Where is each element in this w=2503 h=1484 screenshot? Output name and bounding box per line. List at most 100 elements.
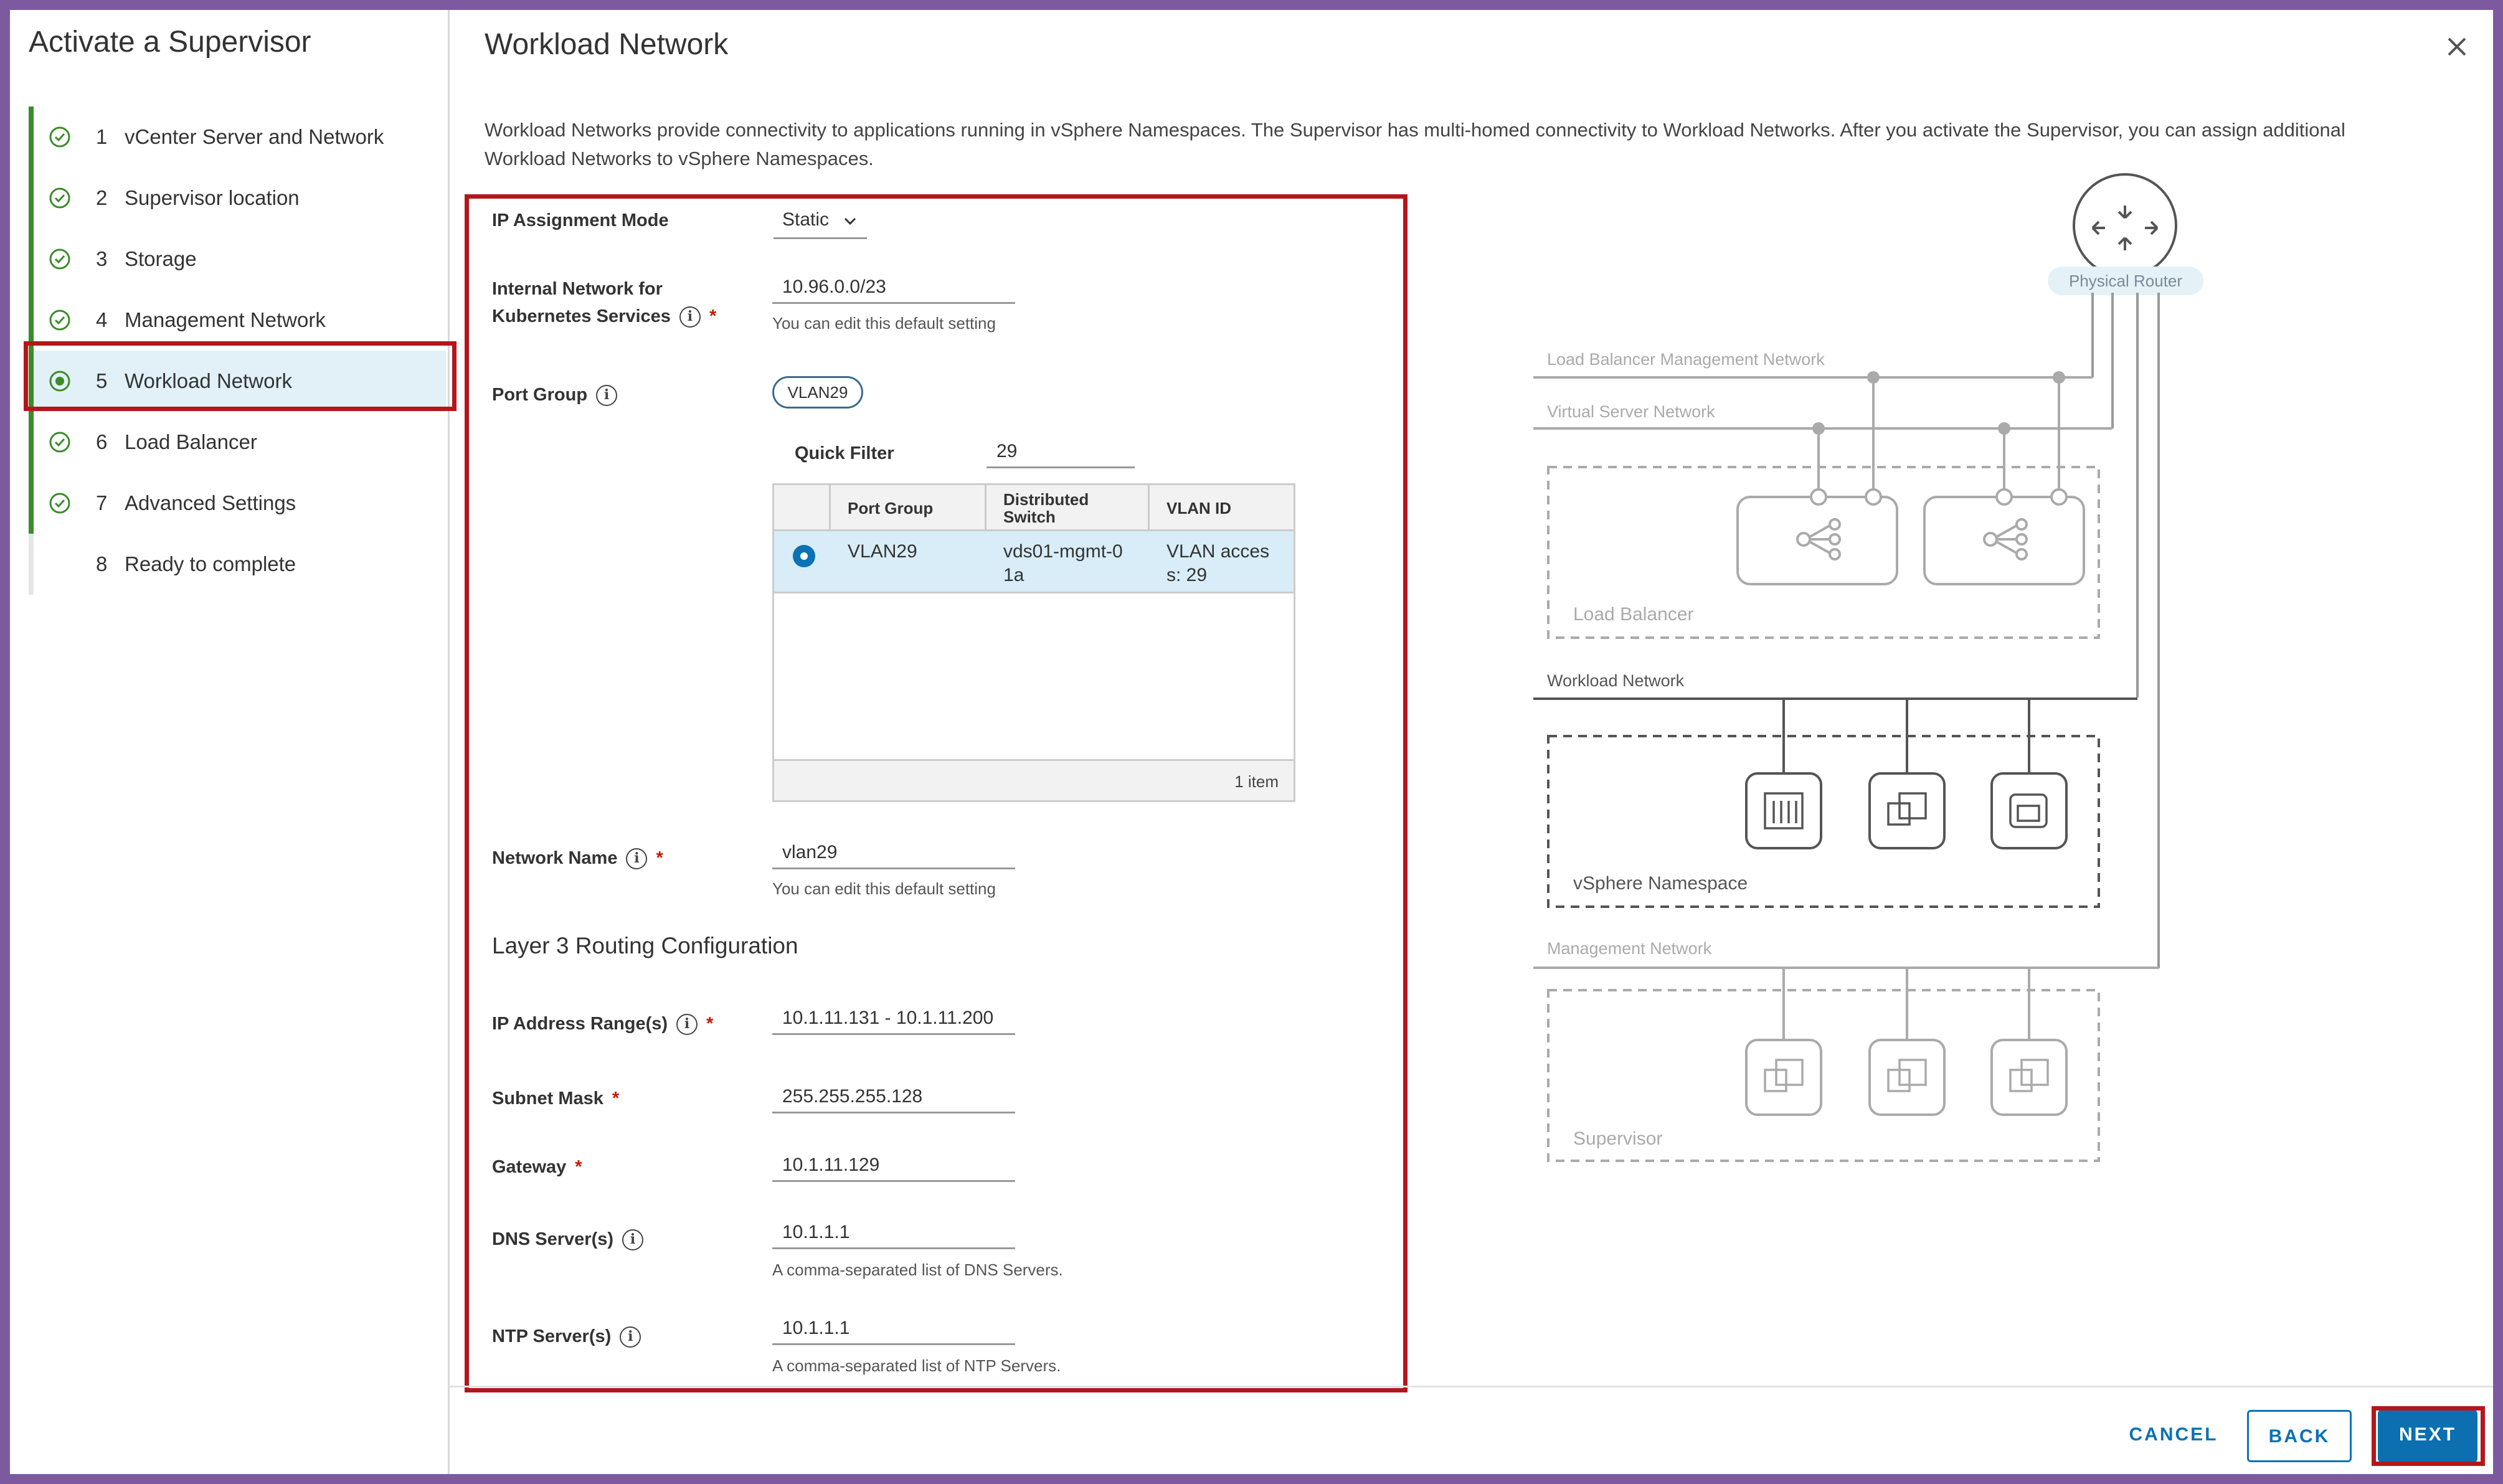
step-progress-bar bbox=[29, 473, 34, 534]
ip-range-label: IP Address Range(s) i * bbox=[492, 1010, 713, 1037]
network-junctions bbox=[1812, 371, 2065, 435]
supervisor-label: Supervisor bbox=[1573, 1128, 1662, 1149]
port-group-grid: Port Group Distributed Switch VLAN ID VL… bbox=[772, 483, 1295, 802]
step-number: 3 bbox=[96, 247, 108, 270]
wizard-sidebar: Activate a Supervisor 1 vCenter Server a… bbox=[10, 10, 450, 1474]
check-circle-icon bbox=[49, 310, 70, 331]
info-icon[interactable]: i bbox=[626, 848, 648, 870]
subnet-mask-input[interactable]: 255.255.255.128 bbox=[772, 1081, 1015, 1113]
current-step-highlight bbox=[24, 341, 457, 411]
step-progress-bar bbox=[29, 168, 34, 229]
port-group-label: Port Group i bbox=[492, 381, 618, 409]
step-progress-bar bbox=[29, 534, 34, 595]
step-label: vCenter Server and Network bbox=[125, 125, 384, 148]
step-label: Storage bbox=[125, 247, 197, 270]
subnet-mask-label: Subnet Mask * bbox=[492, 1089, 620, 1108]
cancel-button[interactable]: CANCEL bbox=[2117, 1410, 2230, 1462]
internal-network-hint: You can edit this default setting bbox=[772, 314, 996, 333]
layer3-section-title: Layer 3 Routing Configuration bbox=[492, 933, 798, 958]
table-row[interactable]: VLAN29 vds01-mgmt-0 1a VLAN acces s: 29 bbox=[774, 531, 1294, 593]
close-icon[interactable] bbox=[2443, 32, 2471, 61]
internal-network-label-2: Kubernetes Services i * bbox=[492, 303, 716, 330]
internal-network-label: Internal Network for bbox=[492, 279, 663, 299]
network-name-input[interactable]: vlan29 bbox=[772, 837, 1015, 869]
network-name-label: Network Name i * bbox=[492, 844, 663, 872]
ip-mode-value: Static bbox=[782, 209, 830, 230]
cell-vlan: VLAN acces s: 29 bbox=[1166, 541, 1270, 585]
info-icon[interactable]: i bbox=[620, 1326, 641, 1348]
ntp-input[interactable]: 10.1.1.1 bbox=[772, 1313, 1015, 1345]
info-icon[interactable]: i bbox=[676, 1014, 698, 1036]
mgmt-network-label: Management Network bbox=[1547, 939, 1712, 958]
grid-col-switch[interactable]: Distributed Switch bbox=[1003, 485, 1089, 531]
next-button-highlight bbox=[2372, 1406, 2485, 1466]
ip-range-input[interactable]: 10.1.11.131 - 10.1.11.200 bbox=[772, 1003, 1015, 1035]
step-label: Supervisor location bbox=[125, 186, 300, 209]
step-progress-bar bbox=[29, 229, 34, 290]
grid-col-switch-line2: Switch bbox=[1003, 508, 1056, 526]
cell-port-group: VLAN29 bbox=[848, 541, 917, 562]
lb-links bbox=[1817, 377, 2060, 497]
load-balancer-label: Load Balancer bbox=[1573, 604, 1693, 625]
step-6[interactable]: 6 Load Balancer bbox=[29, 412, 446, 473]
virtual-server-network-label: Virtual Server Network bbox=[1547, 402, 1715, 421]
wizard-title: Activate a Supervisor bbox=[29, 26, 311, 59]
page-description: Workload Networks provide connectivity t… bbox=[485, 119, 2345, 169]
quick-filter-label: Quick Filter bbox=[795, 443, 894, 463]
check-circle-icon bbox=[49, 248, 70, 270]
ntp-label: NTP Server(s) i bbox=[492, 1323, 641, 1350]
step-label: Ready to complete bbox=[125, 552, 296, 575]
step-label: Advanced Settings bbox=[125, 491, 296, 514]
step-number: 1 bbox=[96, 125, 108, 148]
internal-network-input[interactable]: 10.96.0.0/23 bbox=[772, 272, 1015, 304]
ip-mode-select[interactable]: Static bbox=[774, 204, 867, 239]
quick-filter-input[interactable]: 29 bbox=[987, 436, 1135, 468]
back-button[interactable]: BACK bbox=[2247, 1410, 2352, 1462]
info-icon[interactable]: i bbox=[596, 385, 618, 407]
ntp-hint: A comma-separated list of NTP Servers. bbox=[772, 1356, 1061, 1375]
step-progress-bar bbox=[29, 412, 34, 473]
step-label: Management Network bbox=[125, 308, 326, 331]
info-icon[interactable]: i bbox=[679, 306, 701, 328]
grid-col-vlan[interactable]: VLAN ID bbox=[1166, 485, 1231, 531]
step-8: 8 Ready to complete bbox=[29, 534, 446, 595]
step-number: 6 bbox=[96, 430, 108, 453]
lb-mgmt-network-label: Load Balancer Management Network bbox=[1547, 350, 1825, 369]
workload-network-label: Workload Network bbox=[1547, 671, 1685, 690]
chevron-down-icon bbox=[844, 217, 856, 225]
row-radio-selected[interactable] bbox=[793, 545, 815, 567]
step-number: 7 bbox=[96, 491, 108, 514]
check-circle-icon bbox=[49, 432, 70, 453]
network-topology-diagram: Physical Router Load Balancer Management… bbox=[1533, 173, 2203, 1162]
gateway-input[interactable]: 10.1.11.129 bbox=[772, 1150, 1015, 1182]
grid-header: Port Group Distributed Switch VLAN ID bbox=[774, 485, 1294, 531]
step-2[interactable]: 2 Supervisor location bbox=[29, 168, 446, 229]
supervisor-links bbox=[1782, 968, 2030, 1040]
gateway-label: Gateway * bbox=[492, 1157, 582, 1177]
dns-input[interactable]: 10.1.1.1 bbox=[772, 1217, 1015, 1249]
step-number: 2 bbox=[96, 186, 108, 209]
step-progress-bar bbox=[29, 106, 34, 168]
selected-port-group-pill[interactable]: VLAN29 bbox=[772, 376, 863, 409]
supervisor-nodes bbox=[1745, 1039, 2068, 1116]
grid-footer: 1 item bbox=[774, 759, 1294, 800]
check-circle-icon bbox=[49, 126, 70, 148]
check-circle-icon bbox=[49, 493, 70, 514]
info-icon[interactable]: i bbox=[622, 1229, 644, 1251]
network-name-hint: You can edit this default setting bbox=[772, 879, 996, 898]
grid-col-switch-line1: Distributed bbox=[1003, 490, 1089, 509]
router-label: Physical Router bbox=[2069, 272, 2182, 290]
namespace-label: vSphere Namespace bbox=[1573, 873, 1748, 894]
step-label: Load Balancer bbox=[125, 430, 257, 453]
check-circle-icon bbox=[49, 187, 70, 209]
step-number: 8 bbox=[96, 552, 108, 575]
physical-router: Physical Router bbox=[2048, 173, 2203, 295]
footer-divider bbox=[450, 1386, 2493, 1387]
router-links bbox=[2091, 293, 2160, 968]
step-number: 4 bbox=[96, 308, 108, 331]
step-7[interactable]: 7 Advanced Settings bbox=[29, 473, 446, 534]
step-3[interactable]: 3 Storage bbox=[29, 229, 446, 290]
dns-label: DNS Server(s) i bbox=[492, 1226, 644, 1253]
step-1[interactable]: 1 vCenter Server and Network bbox=[29, 106, 446, 168]
grid-col-port-group[interactable]: Port Group bbox=[848, 485, 933, 531]
